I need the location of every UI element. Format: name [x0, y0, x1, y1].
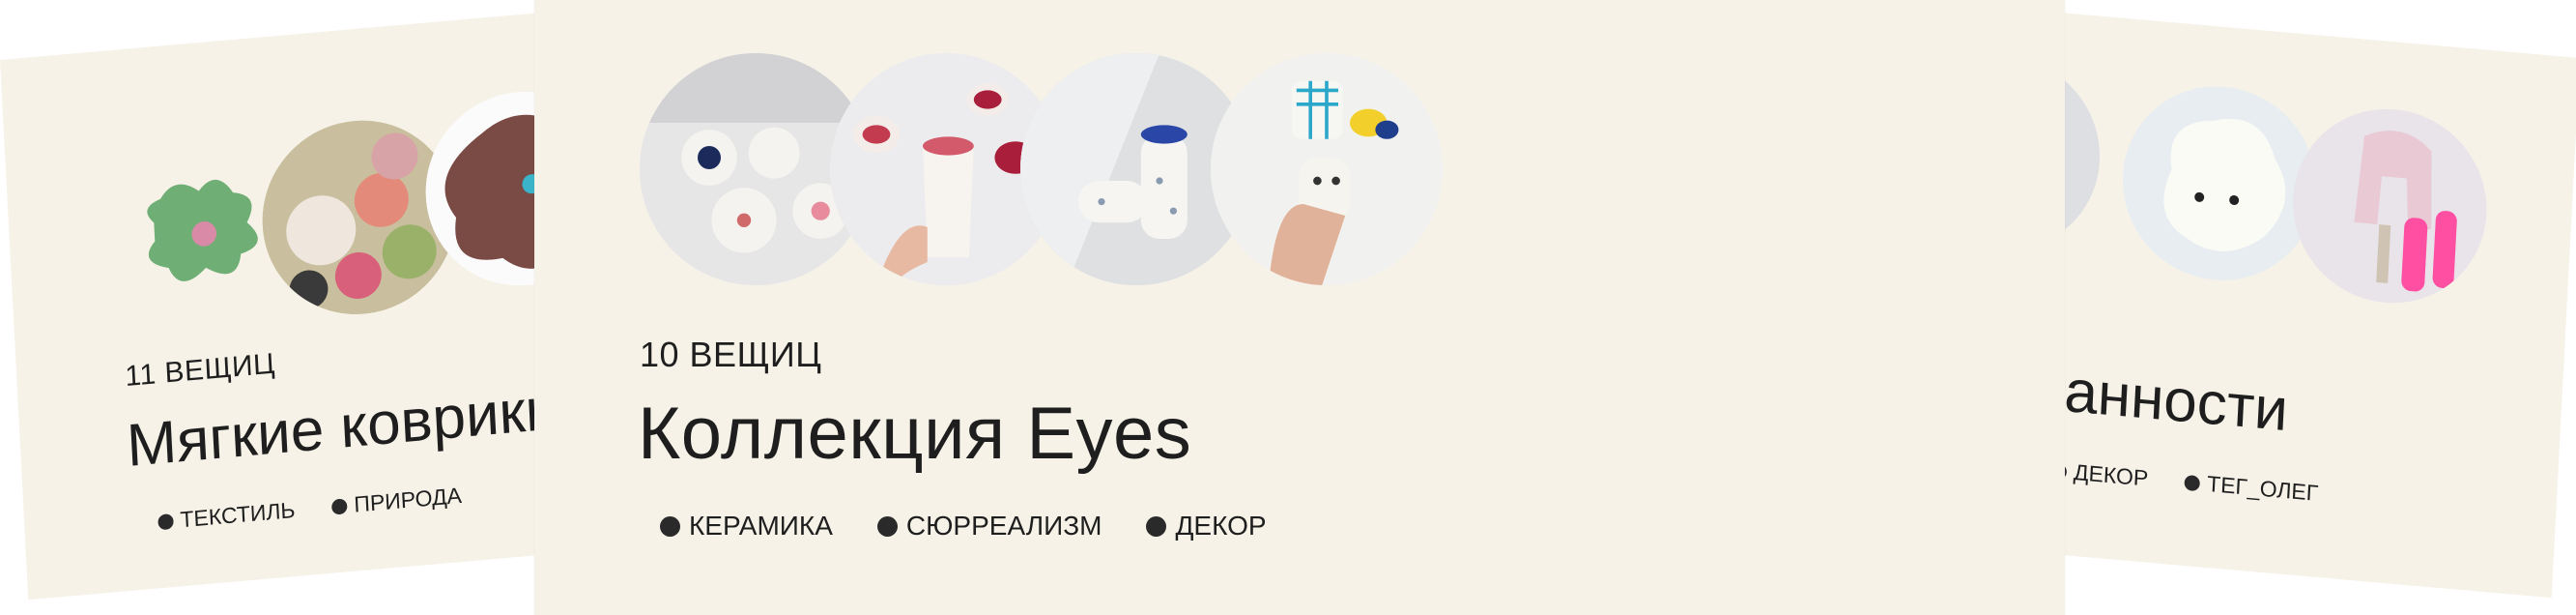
tag-list: КЕРАМИКА СЮРРЕАЛИЗМ ДЕКОР [660, 511, 1311, 542]
tag-dot-icon [2184, 474, 2201, 491]
tag-chip[interactable]: ТЕГ_ОЛЕГ [2184, 469, 2319, 507]
tag-list: ТЕКСТИЛЬ ПРИРОДА [157, 480, 500, 536]
tag-dot-icon [1146, 515, 1167, 537]
collection-card-eyes[interactable]: 10 ВЕЩИЦ Коллекция Eyes КЕРАМИКА СЮРРЕАЛ… [534, 0, 2065, 615]
item-count: 10 ВЕЩИЦ [640, 335, 822, 374]
thumbnail-hand-cups [1211, 53, 1443, 285]
item-count: 11 ВЕЩИЦ [124, 347, 276, 394]
tag-label: ДЕКОР [1175, 511, 1267, 541]
tag-label: СЮРРЕАЛИЗМ [905, 511, 1102, 541]
tag-chip[interactable]: ПРИРОДА [331, 483, 463, 520]
tag-label: КЕРАМИКА [689, 511, 833, 541]
tag-label: ПРИРОДА [353, 482, 463, 517]
tag-label: ТЕГ_ОЛЕГ [2206, 471, 2319, 506]
collection-title: Мягкие коврики [125, 375, 560, 480]
tag-chip[interactable]: СЮРРЕАЛИЗМ [876, 511, 1102, 542]
collection-card-spontaneity[interactable]: онтанности М ДЕКОР ТЕГ_ОЛЕГ [1982, 8, 2576, 599]
collection-title: Коллекция Eyes [638, 393, 1192, 475]
thumbnail-green-rug [120, 150, 283, 318]
tag-dot-icon [660, 515, 680, 537]
collection-card-soft-rugs[interactable]: 11 ВЕЩИЦ Мягкие коврики ТЕКСТИЛЬ ПРИРОДА [0, 9, 608, 600]
tag-label: ДЕКОР [2073, 458, 2149, 491]
tag-dot-icon [157, 512, 174, 530]
thumbnail-pink-sculpture [2288, 101, 2492, 311]
tag-chip[interactable]: ДЕКОР [1146, 511, 1267, 542]
tag-chip[interactable]: ТЕКСТИЛЬ [157, 497, 296, 535]
tag-dot-icon [331, 497, 348, 515]
tag-dot-icon [876, 515, 898, 537]
tag-chip[interactable]: КЕРАМИКА [660, 511, 833, 542]
tag-label: ТЕКСТИЛЬ [179, 497, 297, 533]
thumbnail-white-sculpture [2117, 78, 2322, 289]
tag-chip[interactable]: ДЕКОР [2050, 457, 2149, 492]
